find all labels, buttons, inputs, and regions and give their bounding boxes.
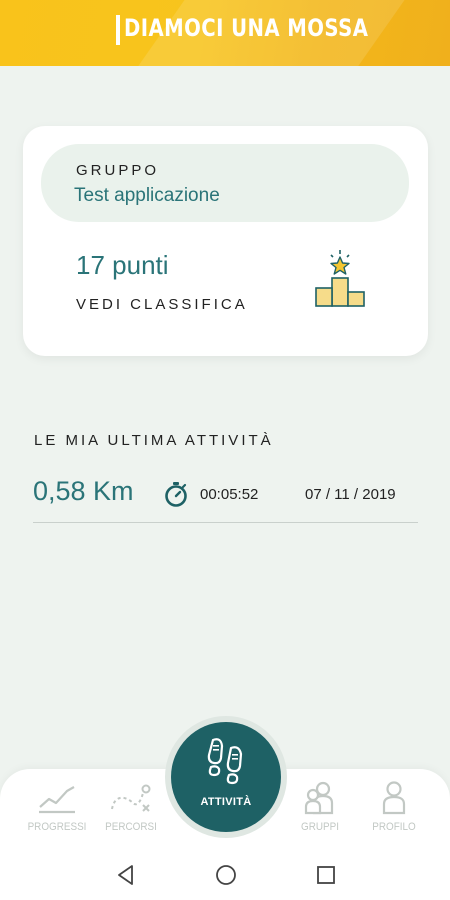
group-name: Test applicazione bbox=[74, 185, 220, 206]
header-divider-bar bbox=[116, 15, 120, 45]
home-icon[interactable] bbox=[214, 863, 238, 887]
activity-distance: 0,58 Km bbox=[33, 476, 134, 506]
view-leaderboard-link[interactable]: VEDI CLASSIFICA bbox=[76, 296, 248, 313]
route-icon bbox=[91, 781, 171, 815]
nav-item-gruppi[interactable]: GRUPPI bbox=[280, 781, 360, 845]
activity-date: 07 / 11 / 2019 bbox=[305, 486, 396, 503]
profile-icon bbox=[354, 781, 434, 815]
nav-label-gruppi: GRUPPI bbox=[301, 821, 339, 833]
nav-item-percorsi[interactable]: PERCORSI bbox=[91, 781, 171, 845]
stopwatch-icon bbox=[164, 481, 188, 507]
podium-icon[interactable] bbox=[313, 248, 367, 310]
nav-item-progressi[interactable]: PROGRESSI bbox=[17, 781, 97, 845]
nav-label-percorsi: PERCORSI bbox=[105, 821, 157, 833]
activity-divider bbox=[33, 522, 418, 523]
system-navigation-bar bbox=[0, 849, 450, 900]
nav-label-progressi: PROGRESSI bbox=[27, 821, 87, 833]
chart-icon bbox=[17, 781, 97, 815]
group-card: GRUPPO Test applicazione 17 punti VEDI C… bbox=[23, 126, 428, 356]
group-icon bbox=[280, 781, 360, 815]
group-label: GRUPPO bbox=[76, 162, 160, 179]
points-value: 17 punti bbox=[76, 250, 169, 280]
nav-item-profilo[interactable]: PROFILO bbox=[354, 781, 434, 845]
group-pill[interactable]: GRUPPO Test applicazione bbox=[41, 144, 409, 222]
nav-item-attivita[interactable]: ATTIVITÀ bbox=[171, 722, 281, 832]
last-activity-title: LE MIA ULTIMA ATTIVITÀ bbox=[34, 432, 274, 449]
activity-duration: 00:05:52 bbox=[200, 486, 259, 503]
nav-label-attivita: ATTIVITÀ bbox=[200, 796, 252, 808]
nav-label-profilo: PROFILO bbox=[372, 821, 416, 833]
app-title: DIAMOCI UNA MOSSA bbox=[124, 14, 369, 42]
app-header: DIAMOCI UNA MOSSA bbox=[0, 0, 450, 66]
back-icon[interactable] bbox=[114, 863, 138, 887]
recents-icon[interactable] bbox=[314, 863, 338, 887]
